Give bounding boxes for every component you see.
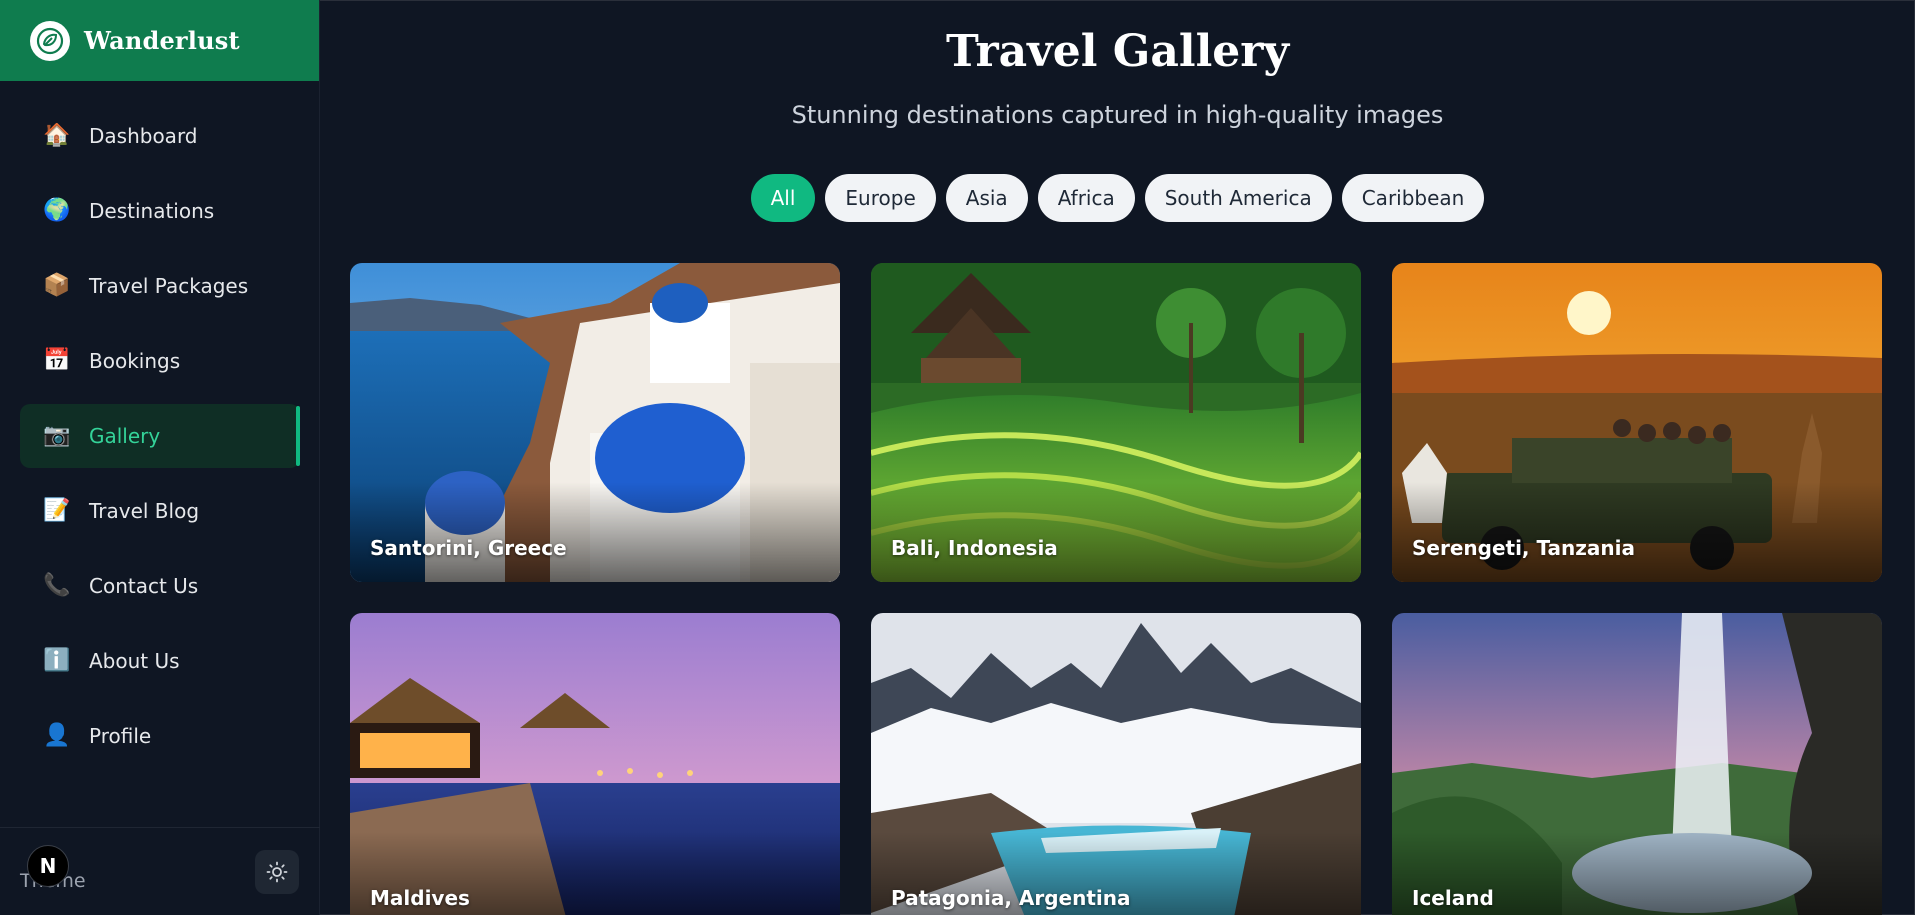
caption-gradient	[871, 482, 1361, 582]
gallery-card-iceland[interactable]: Iceland	[1392, 613, 1882, 915]
sidebar-item-label: Gallery	[89, 424, 161, 448]
gallery-caption: Bali, Indonesia	[891, 536, 1058, 560]
sidebar-item-contact-us[interactable]: 📞 Contact Us	[20, 554, 300, 618]
theme-toggle-button[interactable]	[255, 850, 299, 894]
sidebar-item-label: Bookings	[89, 349, 181, 373]
package-icon: 📦	[43, 273, 71, 298]
gallery-card-patagonia[interactable]: Patagonia, Argentina	[871, 613, 1361, 915]
sidebar-item-gallery[interactable]: 📷 Gallery	[20, 404, 300, 468]
gallery-card-maldives[interactable]: Maldives	[350, 613, 840, 915]
sidebar-item-label: Contact Us	[89, 574, 199, 598]
sidebar-item-travel-packages[interactable]: 📦 Travel Packages	[20, 254, 300, 318]
page-title: Travel Gallery	[945, 26, 1290, 77]
sidebar-item-label: Dashboard	[89, 124, 198, 148]
filter-africa[interactable]: Africa	[1037, 174, 1135, 222]
user-icon: 👤	[43, 723, 71, 748]
sidebar-item-bookings[interactable]: 📅 Bookings	[20, 329, 300, 393]
brand-name: Wanderlust	[84, 26, 240, 55]
page-subtitle: Stunning destinations captured in high-q…	[791, 101, 1444, 129]
brand-bar[interactable]: Wanderlust	[0, 0, 319, 81]
gallery-grid: Santorini, Greece Bali, Indonesia Sereng…	[350, 263, 1884, 915]
gallery-caption: Iceland	[1412, 886, 1494, 910]
caption-gradient	[1392, 482, 1882, 582]
sidebar-item-label: Travel Blog	[89, 499, 200, 523]
filter-europe[interactable]: Europe	[825, 174, 936, 222]
gallery-caption: Maldives	[370, 886, 470, 910]
phone-icon: 📞	[43, 573, 71, 598]
globe-icon: 🌍	[43, 198, 71, 223]
sidebar-item-dashboard[interactable]: 🏠 Dashboard	[20, 104, 300, 168]
sidebar-item-destinations[interactable]: 🌍 Destinations	[20, 179, 300, 243]
sidebar: Wanderlust 🏠 Dashboard 🌍 Destinations 📦 …	[0, 0, 320, 915]
calendar-icon: 📅	[43, 348, 71, 373]
camera-icon: 📷	[43, 423, 71, 448]
sidebar-item-label: About Us	[89, 649, 180, 673]
sidebar-item-travel-blog[interactable]: 📝 Travel Blog	[20, 479, 300, 543]
region-filter-bar: All Europe Asia Africa South America Car…	[320, 174, 1915, 222]
sidebar-nav: 🏠 Dashboard 🌍 Destinations 📦 Travel Pack…	[20, 104, 300, 779]
caption-gradient	[350, 482, 840, 582]
gallery-caption: Serengeti, Tanzania	[1412, 536, 1636, 560]
sidebar-item-label: Profile	[89, 724, 152, 748]
gallery-card-serengeti[interactable]: Serengeti, Tanzania	[1392, 263, 1882, 582]
gallery-card-bali[interactable]: Bali, Indonesia	[871, 263, 1361, 582]
main-content: Travel Gallery Stunning destinations cap…	[320, 0, 1915, 915]
memo-icon: 📝	[43, 498, 71, 523]
info-icon: ℹ️	[43, 648, 71, 673]
filter-all[interactable]: All	[750, 174, 816, 222]
leaf-badge-icon	[30, 20, 70, 61]
sidebar-item-label: Travel Packages	[89, 274, 249, 298]
sun-icon	[266, 861, 288, 883]
sidebar-item-about-us[interactable]: ℹ️ About Us	[20, 629, 300, 693]
next-dev-badge[interactable]: N	[27, 845, 69, 887]
filter-asia[interactable]: Asia	[945, 174, 1028, 222]
filter-south-america[interactable]: South America	[1144, 174, 1332, 222]
sidebar-item-profile[interactable]: 👤 Profile	[20, 704, 300, 768]
house-icon: 🏠	[43, 123, 71, 148]
filter-caribbean[interactable]: Caribbean	[1341, 174, 1485, 222]
gallery-caption: Santorini, Greece	[370, 536, 567, 560]
gallery-card-santorini[interactable]: Santorini, Greece	[350, 263, 840, 582]
sidebar-item-label: Destinations	[89, 199, 215, 223]
gallery-caption: Patagonia, Argentina	[891, 886, 1131, 910]
